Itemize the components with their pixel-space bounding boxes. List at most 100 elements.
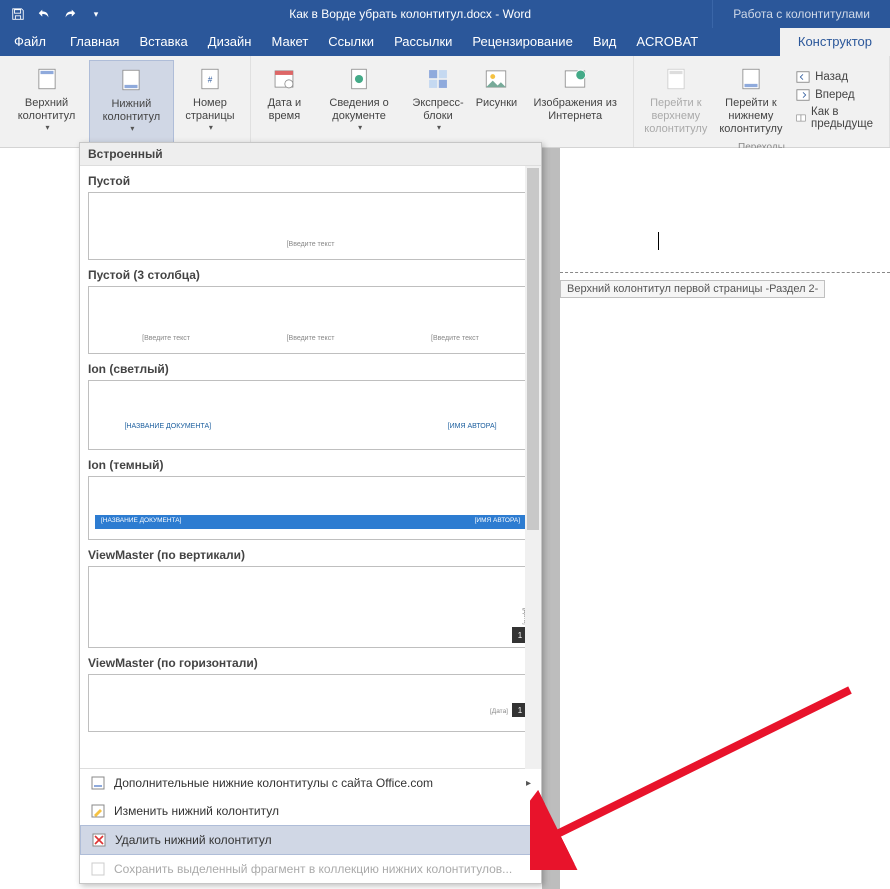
pictures-button[interactable]: Рисунки (471, 60, 521, 145)
datetime-button[interactable]: Дата и время (255, 60, 313, 145)
file-tab[interactable]: Файл (0, 28, 60, 56)
placeholder-text: [Введите текст (431, 335, 479, 342)
quick-access-toolbar: ▾ (0, 2, 108, 26)
placeholder-text: [НАЗВАНИЕ ДОКУМЕНТА] (101, 517, 181, 524)
doc-content[interactable]: Верхний колонтитул первой страницы -Разд… (560, 172, 890, 250)
placeholder-text: [ИМЯ АВТОРА] (448, 423, 497, 430)
goto-footer-button[interactable]: Перейти к нижнему колонтитулу (714, 60, 788, 140)
docinfo-label: Сведения о документе (320, 97, 399, 123)
gallery-item-title: Ion (светлый) (88, 354, 533, 380)
tab-layout[interactable]: Макет (261, 28, 318, 56)
picture-icon (480, 63, 512, 95)
quickparts-icon (422, 63, 454, 95)
gallery-preview-blank[interactable]: [Введите текст (88, 192, 533, 260)
online-pictures-button[interactable]: Изображения из Интернета (521, 60, 629, 145)
gallery-scroll[interactable]: Пустой [Введите текст Пустой (3 столбца)… (80, 166, 541, 768)
placeholder-text: [Введите текст (287, 335, 335, 342)
remove-icon (91, 832, 107, 848)
scrollbar-thumb[interactable] (527, 168, 539, 530)
gallery-item-title: Пустой (3 столбца) (88, 260, 533, 286)
tab-references[interactable]: Ссылки (318, 28, 384, 56)
ribbon-tabs: Файл Главная Вставка Дизайн Макет Ссылки… (0, 28, 890, 56)
pagenum-icon: # (194, 63, 226, 95)
action-more-from-office[interactable]: Дополнительные нижние колонтитулы с сайт… (80, 769, 541, 797)
quickparts-label: Экспресс-блоки (411, 97, 466, 123)
footer-button[interactable]: Нижний колонтитул▾ (89, 60, 174, 145)
docinfo-icon (343, 63, 375, 95)
ion-bar: [НАЗВАНИЕ ДОКУМЕНТА] [ИМЯ АВТОРА] (95, 515, 526, 529)
goto-header-label: Перейти к верхнему колонтитулу (644, 97, 708, 137)
context-tools-label: Работа с колонтитулами (712, 0, 890, 28)
save-to-gallery-icon (90, 861, 106, 877)
nav-asprev[interactable]: Как в предыдуще (796, 106, 877, 130)
edit-icon (90, 803, 106, 819)
ribbon-group-nav: Перейти к верхнему колонтитулу Перейти к… (634, 56, 890, 147)
gallery-item-title: Пустой (88, 166, 533, 192)
pagenum-label: Номер страницы (180, 97, 241, 123)
tab-review[interactable]: Рецензирование (462, 28, 582, 56)
tab-designer[interactable]: Конструктор (780, 28, 890, 56)
action-edit-footer[interactable]: Изменить нижний колонтитул (80, 797, 541, 825)
action-more-label: Дополнительные нижние колонтитулы с сайт… (114, 776, 433, 790)
placeholder-text: [Введите текст (142, 335, 190, 342)
save-icon[interactable] (6, 2, 30, 26)
goto-footer-icon (735, 63, 767, 95)
header-boundary (560, 272, 890, 273)
calendar-icon (268, 63, 300, 95)
footer-label: Нижний колонтитул (96, 98, 167, 124)
header-section-tag: Верхний колонтитул первой страницы -Разд… (560, 280, 825, 298)
title-bar: ▾ Как в Ворде убрать колонтитул.docx - W… (0, 0, 890, 28)
header-button[interactable]: Верхний колонтитул▾ (4, 60, 89, 145)
svg-text:#: # (208, 75, 213, 84)
gallery-item-title: ViewMaster (по вертикали) (88, 540, 533, 566)
page-number-button[interactable]: # Номер страницы▾ (174, 60, 247, 145)
gallery-item-title: ViewMaster (по горизонтали) (88, 648, 533, 674)
tab-acrobat[interactable]: ACROBAT (626, 28, 708, 56)
ribbon: Верхний колонтитул▾ Нижний колонтитул▾ #… (0, 56, 890, 148)
goto-header-button: Перейти к верхнему колонтитулу (638, 60, 714, 140)
ribbon-group-headerfooter: Верхний колонтитул▾ Нижний колонтитул▾ #… (0, 56, 251, 147)
header-icon (31, 63, 63, 95)
placeholder-text: [ИМЯ АВТОРА] (475, 517, 520, 524)
tab-mailings[interactable]: Рассылки (384, 28, 462, 56)
gallery-preview-ion-dark[interactable]: [НАЗВАНИЕ ДОКУМЕНТА] [ИМЯ АВТОРА] (88, 476, 533, 540)
nav-back[interactable]: Назад (796, 70, 877, 84)
gallery-scrollbar[interactable] (525, 166, 541, 769)
pictures-label: Рисунки (476, 97, 518, 110)
gallery-preview-vm-vertical[interactable]: [Дата] 1 (88, 566, 533, 648)
action-remove-label: Удалить нижний колонтитул (115, 833, 272, 847)
datetime-label: Дата и время (261, 97, 307, 123)
footer-gallery-dropdown: Встроенный Пустой [Введите текст Пустой … (79, 142, 542, 884)
gallery-preview-blank3[interactable]: [Введите текст [Введите текст [Введите т… (88, 286, 533, 354)
tab-home[interactable]: Главная (60, 28, 129, 56)
tab-design[interactable]: Дизайн (198, 28, 262, 56)
undo-icon[interactable] (32, 2, 56, 26)
tab-view[interactable]: Вид (583, 28, 627, 56)
action-save-to-gallery: Сохранить выделенный фрагмент в коллекци… (80, 855, 541, 883)
nav-links: Назад Вперед Как в предыдуще (788, 62, 885, 138)
tab-insert[interactable]: Вставка (129, 28, 197, 56)
window-title: Как в Ворде убрать колонтитул.docx - Wor… (108, 7, 712, 21)
footer-icon (115, 64, 147, 96)
nav-forward[interactable]: Вперед (796, 88, 877, 102)
quickparts-button[interactable]: Экспресс-блоки▾ (405, 60, 472, 145)
chevron-right-icon: ▸ (526, 778, 531, 789)
gallery-preview-ion-light[interactable]: [НАЗВАНИЕ ДОКУМЕНТА] [ИМЯ АВТОРА] (88, 380, 533, 450)
gallery-preview-vm-horizontal[interactable]: [Дата] 1 (88, 674, 533, 732)
online-picture-icon (559, 63, 591, 95)
doc-margin (542, 148, 560, 889)
gallery-footer: Дополнительные нижние колонтитулы с сайт… (80, 768, 541, 883)
onlinepics-label: Изображения из Интернета (527, 97, 623, 123)
goto-footer-label: Перейти к нижнему колонтитулу (719, 97, 782, 137)
placeholder-text: [Введите текст (287, 241, 335, 248)
office-icon (90, 775, 106, 791)
docinfo-button[interactable]: Сведения о документе▾ (314, 60, 405, 145)
qat-customize-icon[interactable]: ▾ (84, 2, 108, 26)
ribbon-group-insert: Дата и время Сведения о документе▾ Экспр… (251, 56, 634, 147)
action-remove-footer[interactable]: Удалить нижний колонтитул (80, 825, 541, 855)
text-cursor (658, 232, 890, 250)
gallery-item-title: Ion (темный) (88, 450, 533, 476)
gallery-header: Встроенный (80, 143, 541, 166)
action-edit-label: Изменить нижний колонтитул (114, 804, 279, 818)
redo-icon[interactable] (58, 2, 82, 26)
